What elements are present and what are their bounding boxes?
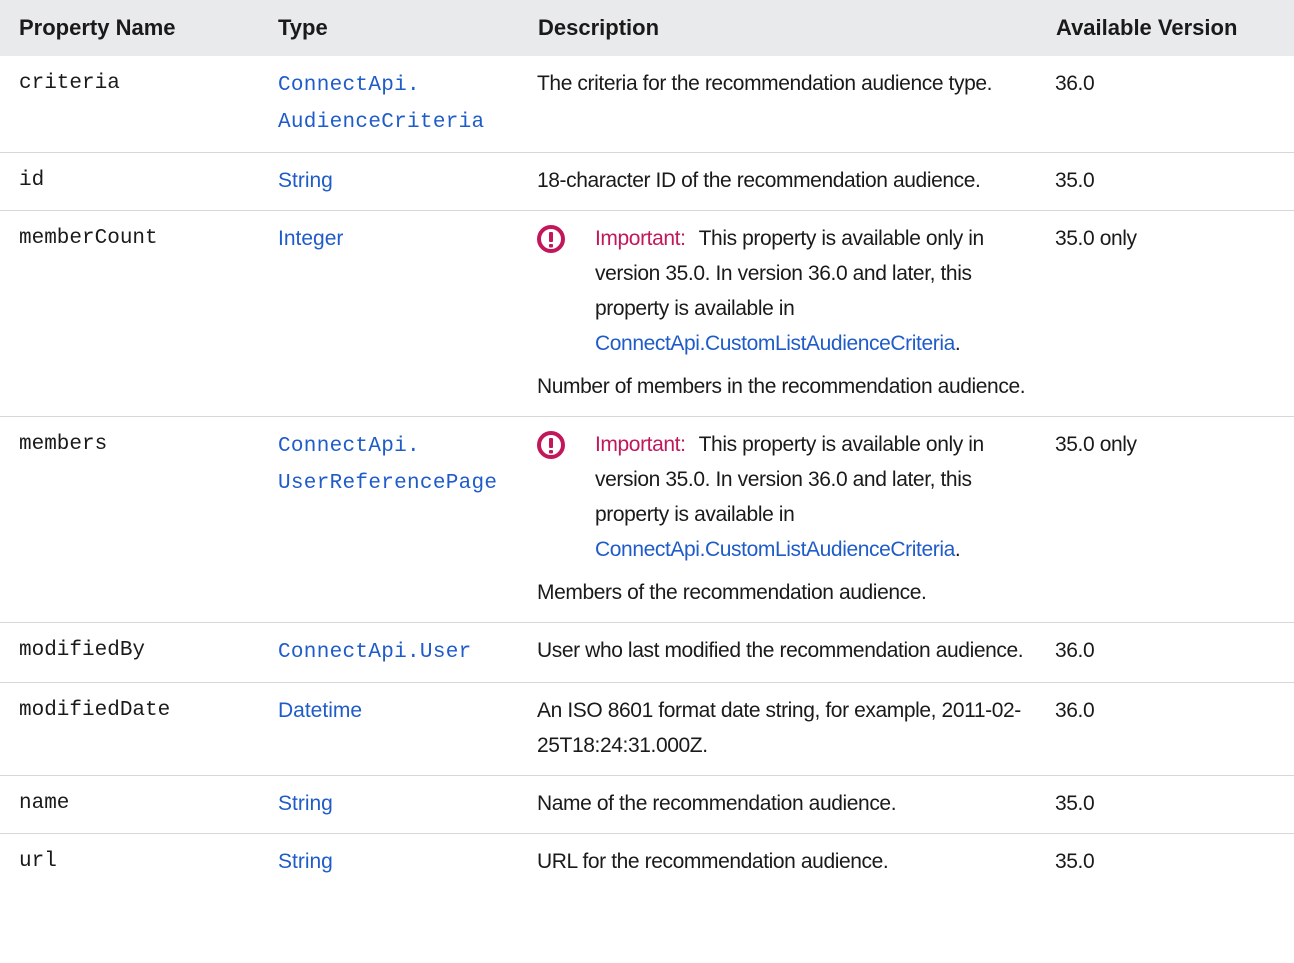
type-cell: ConnectApi. UserReferencePage bbox=[259, 416, 519, 623]
property-name: modifiedBy bbox=[0, 622, 259, 683]
type-link[interactable]: Datetime bbox=[278, 699, 362, 722]
type-cell: Integer bbox=[259, 210, 519, 417]
header-description: Description bbox=[519, 0, 1037, 56]
type-cell: String bbox=[259, 775, 519, 834]
version: 35.0 bbox=[1037, 775, 1294, 834]
exclamation-circle-icon bbox=[537, 431, 573, 459]
property-name: members bbox=[0, 416, 259, 623]
property-name: url bbox=[19, 850, 57, 873]
property-name: name bbox=[0, 775, 259, 834]
description: User who last modified the recommendatio… bbox=[519, 622, 1037, 683]
description-cell: Important: This property is available on… bbox=[519, 210, 1037, 417]
important-period: . bbox=[954, 332, 961, 355]
type-link[interactable]: Integer bbox=[278, 227, 343, 250]
table-row: members ConnectApi. UserReferencePage Imp… bbox=[0, 416, 1294, 623]
description: The criteria for the recommendation audi… bbox=[519, 56, 1037, 153]
properties-table: Property Name Type Description Available… bbox=[0, 0, 1294, 891]
type-cell: ConnectApi. AudienceCriteria bbox=[259, 56, 519, 153]
description: URL for the recommendation audience. bbox=[537, 850, 889, 873]
description-cell: Important: This property is available on… bbox=[519, 416, 1037, 623]
description: Number of members in the recommendation … bbox=[537, 375, 1026, 398]
important-label: Important: bbox=[595, 433, 686, 456]
type-cell: String bbox=[259, 834, 519, 892]
type-link[interactable]: ConnectApi.User bbox=[278, 641, 472, 664]
type-link[interactable]: String bbox=[278, 169, 333, 192]
type-cell: String bbox=[259, 152, 519, 211]
property-name: modifiedDate bbox=[0, 682, 259, 776]
header-type: Type bbox=[259, 0, 519, 56]
important-note: Important: This property is available on… bbox=[537, 427, 1027, 567]
table-header-row: Property Name Type Description Available… bbox=[0, 0, 1294, 56]
important-label: Important: bbox=[595, 227, 686, 250]
header-property-name: Property Name bbox=[0, 0, 259, 56]
table-row: id String 18-character ID of the recomme… bbox=[0, 152, 1294, 211]
property-name: memberCount bbox=[0, 210, 259, 417]
version: 35.0 bbox=[1055, 850, 1095, 873]
version: 35.0 only bbox=[1037, 416, 1294, 623]
custom-list-audience-criteria-link[interactable]: ConnectApi.CustomListAudienceCriteria bbox=[595, 332, 955, 355]
type-link[interactable]: String bbox=[278, 792, 333, 815]
property-name: id bbox=[0, 152, 259, 211]
version: 35.0 bbox=[1037, 152, 1294, 211]
property-name: criteria bbox=[0, 56, 259, 153]
version: 36.0 bbox=[1037, 56, 1294, 153]
important-text: Important: This property is available on… bbox=[595, 427, 1027, 567]
important-text: Important: This property is available on… bbox=[595, 221, 1027, 361]
table-row: modifiedDate Datetime An ISO 8601 format… bbox=[0, 682, 1294, 776]
type-link[interactable]: String bbox=[278, 850, 333, 873]
type-cell: Datetime bbox=[259, 682, 519, 776]
type-link[interactable]: ConnectApi. UserReferencePage bbox=[278, 435, 497, 495]
header-available-version: Available Version bbox=[1037, 0, 1294, 56]
version: 35.0 only bbox=[1037, 210, 1294, 417]
exclamation-circle-icon bbox=[537, 225, 573, 253]
table-row: criteria ConnectApi. AudienceCriteria The… bbox=[0, 56, 1294, 153]
description: Name of the recommendation audience. bbox=[519, 775, 1037, 834]
table-row: modifiedBy ConnectApi.User User who last… bbox=[0, 622, 1294, 683]
description: 18-character ID of the recommendation au… bbox=[519, 152, 1037, 211]
version: 36.0 bbox=[1037, 682, 1294, 776]
table-row: url String URL for the recommendation au… bbox=[0, 834, 1294, 892]
important-note: Important: This property is available on… bbox=[537, 221, 1027, 361]
type-cell: ConnectApi.User bbox=[259, 622, 519, 683]
important-period: . bbox=[954, 538, 961, 561]
type-link[interactable]: ConnectApi. AudienceCriteria bbox=[278, 74, 484, 134]
table-row: memberCount Integer Important: This prop… bbox=[0, 210, 1294, 417]
description: Members of the recommendation audience. bbox=[537, 581, 927, 604]
custom-list-audience-criteria-link[interactable]: ConnectApi.CustomListAudienceCriteria bbox=[595, 538, 955, 561]
description: An ISO 8601 format date string, for exam… bbox=[519, 682, 1037, 776]
table-row: name String Name of the recommendation a… bbox=[0, 775, 1294, 834]
version: 36.0 bbox=[1037, 622, 1294, 683]
